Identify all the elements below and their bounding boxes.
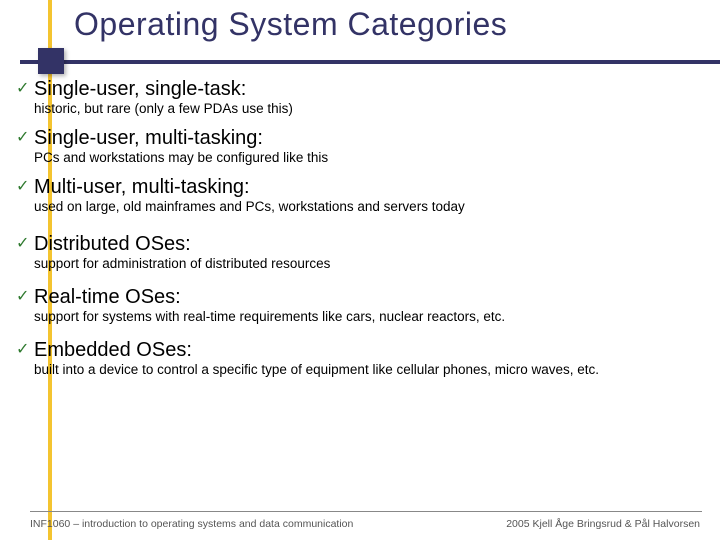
bullet-item: ✓Embedded OSes:built into a device to co… [16, 339, 700, 378]
bullet-row: ✓Single-user, single-task: [16, 78, 700, 100]
checkmark-icon: ✓ [16, 127, 34, 149]
checkmark-icon: ✓ [16, 286, 34, 308]
bullet-label: Embedded OSes: [34, 339, 192, 361]
footer: INF1060 – introduction to operating syst… [30, 518, 700, 530]
footer-left: INF1060 – introduction to operating syst… [30, 518, 353, 530]
bullet-row: ✓Single-user, multi-tasking: [16, 127, 700, 149]
bullet-item: ✓Single-user, single-task:historic, but … [16, 78, 700, 117]
bullet-label: Distributed OSes: [34, 233, 191, 255]
slide: Operating System Categories ✓Single-user… [0, 0, 720, 540]
bullet-row: ✓Multi-user, multi-tasking: [16, 176, 700, 198]
footer-divider [30, 511, 702, 512]
bullet-item: ✓Real-time OSes:support for systems with… [16, 286, 700, 325]
bullet-item: ✓Multi-user, multi-tasking:used on large… [16, 176, 700, 215]
slide-title: Operating System Categories [74, 6, 507, 43]
content-area: ✓Single-user, single-task:historic, but … [16, 78, 700, 388]
bullet-row: ✓Real-time OSes: [16, 286, 700, 308]
corner-square [38, 48, 64, 74]
bullet-label: Multi-user, multi-tasking: [34, 176, 250, 198]
bullet-label: Real-time OSes: [34, 286, 181, 308]
checkmark-icon: ✓ [16, 78, 34, 100]
bullet-row: ✓Distributed OSes: [16, 233, 700, 255]
bullet-description: historic, but rare (only a few PDAs use … [34, 101, 700, 117]
checkmark-icon: ✓ [16, 176, 34, 198]
bullet-description: support for systems with real-time requi… [34, 309, 700, 325]
bullet-row: ✓Embedded OSes: [16, 339, 700, 361]
checkmark-icon: ✓ [16, 339, 34, 361]
bullet-description: built into a device to control a specifi… [34, 362, 700, 378]
bullet-description: used on large, old mainframes and PCs, w… [34, 199, 700, 215]
bullet-item: ✓Single-user, multi-tasking:PCs and work… [16, 127, 700, 166]
horizontal-accent-bar [20, 60, 720, 64]
bullet-description: support for administration of distribute… [34, 256, 700, 272]
bullet-label: Single-user, multi-tasking: [34, 127, 263, 149]
footer-right: 2005 Kjell Åge Bringsrud & Pål Halvorsen [506, 518, 700, 530]
checkmark-icon: ✓ [16, 233, 34, 255]
bullet-label: Single-user, single-task: [34, 78, 246, 100]
bullet-description: PCs and workstations may be configured l… [34, 150, 700, 166]
bullet-item: ✓Distributed OSes:support for administra… [16, 233, 700, 272]
